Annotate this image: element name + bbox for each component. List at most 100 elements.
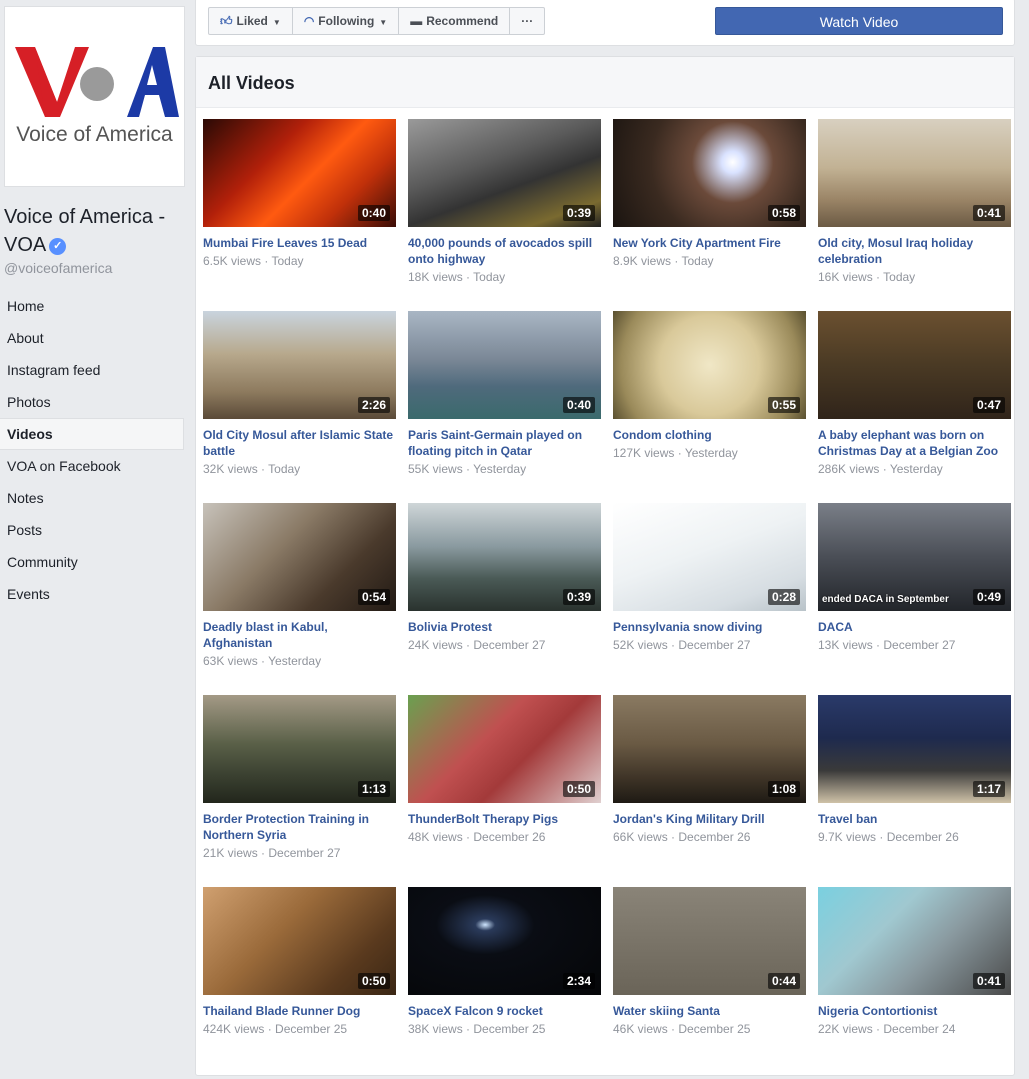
video-title-link[interactable]: 40,000 pounds of avocados spill onto hig…	[408, 235, 601, 267]
video-card: ended DACA in September 0:49 DACA 13K views…	[818, 503, 1011, 695]
meta-separator: ·	[872, 638, 884, 652]
liked-button[interactable]: 👍︎ Liked ▼	[209, 8, 293, 34]
video-thumbnail[interactable]: 1:13	[203, 695, 396, 803]
video-date[interactable]: Today	[681, 254, 713, 268]
video-title-link[interactable]: SpaceX Falcon 9 rocket	[408, 1003, 601, 1019]
video-thumbnail[interactable]: 0:28	[613, 503, 806, 611]
video-date[interactable]: December 27	[268, 846, 340, 860]
sidebar-item-photos[interactable]: Photos	[0, 386, 184, 418]
video-date[interactable]: December 24	[883, 1022, 955, 1036]
video-date[interactable]: Today	[271, 254, 303, 268]
video-title-link[interactable]: New York City Apartment Fire	[613, 235, 806, 251]
video-card: 0:40 Paris Saint-Germain played on floati…	[408, 311, 601, 503]
video-thumbnail[interactable]: 0:44	[613, 887, 806, 995]
video-date[interactable]: December 25	[678, 1022, 750, 1036]
video-date[interactable]: December 27	[473, 638, 545, 652]
video-thumbnail[interactable]: 0:55	[613, 311, 806, 419]
video-date[interactable]: December 26	[678, 830, 750, 844]
video-date[interactable]: Yesterday	[890, 462, 943, 476]
video-thumbnail[interactable]: 0:47	[818, 311, 1011, 419]
chevron-down-icon: ▼	[272, 18, 281, 27]
following-button[interactable]: ◠ Following ▼	[293, 8, 400, 34]
video-date[interactable]: December 27	[883, 638, 955, 652]
video-title-link[interactable]: Old City Mosul after Islamic State battl…	[203, 427, 396, 459]
video-thumbnail[interactable]: 0:41	[818, 887, 1011, 995]
video-date[interactable]: Today	[268, 462, 300, 476]
video-date[interactable]: December 26	[473, 830, 545, 844]
video-date[interactable]: December 26	[887, 830, 959, 844]
video-title-link[interactable]: Thailand Blade Runner Dog	[203, 1003, 396, 1019]
page-logo[interactable]: Voice of America	[4, 6, 185, 187]
video-card: 0:39 Bolivia Protest 24K views · December …	[408, 503, 601, 695]
video-date[interactable]: December 25	[275, 1022, 347, 1036]
video-date[interactable]: December 27	[678, 638, 750, 652]
meta-separator: ·	[257, 654, 269, 668]
sidebar-item-posts[interactable]: Posts	[0, 514, 184, 546]
video-thumbnail[interactable]: 2:34	[408, 887, 601, 995]
video-thumbnail[interactable]: 0:39	[408, 503, 601, 611]
video-title-link[interactable]: Mumbai Fire Leaves 15 Dead	[203, 235, 396, 251]
video-title-link[interactable]: DACA	[818, 619, 1011, 635]
video-duration: 0:40	[562, 397, 595, 413]
video-date[interactable]: December 25	[473, 1022, 545, 1036]
sidebar-item-videos[interactable]: Videos	[0, 418, 184, 450]
video-meta: 46K views · December 25	[613, 1021, 806, 1037]
video-views: 13K views	[818, 638, 873, 652]
video-date[interactable]: Yesterday	[268, 654, 321, 668]
video-thumbnail[interactable]: 1:17	[818, 695, 1011, 803]
video-card: 0:40 Mumbai Fire Leaves 15 Dead 6.5K views…	[203, 119, 396, 311]
action-button-group: 👍︎ Liked ▼ ◠ Following ▼ ▬ Recommend ···	[208, 7, 546, 35]
video-views: 46K views	[613, 1022, 668, 1036]
video-thumbnail[interactable]: 0:54	[203, 503, 396, 611]
meta-separator: ·	[872, 270, 884, 284]
video-thumbnail[interactable]: 2:26	[203, 311, 396, 419]
video-duration: 0:49	[972, 589, 1005, 605]
video-title-link[interactable]: Nigeria Contortionist	[818, 1003, 1011, 1019]
sidebar-item-events[interactable]: Events	[0, 578, 184, 610]
more-button[interactable]: ···	[510, 8, 544, 34]
video-date[interactable]: Today	[473, 270, 505, 284]
video-title-link[interactable]: Jordan's King Military Drill	[613, 811, 806, 827]
video-title-link[interactable]: Old city, Mosul Iraq holiday celebration	[818, 235, 1011, 267]
video-card: 2:26 Old City Mosul after Islamic State b…	[203, 311, 396, 503]
sidebar-item-community[interactable]: Community	[0, 546, 184, 578]
video-meta: 24K views · December 27	[408, 637, 601, 653]
video-thumbnail[interactable]: 0:40	[408, 311, 601, 419]
video-title-link[interactable]: Pennsylvania snow diving	[613, 619, 806, 635]
video-date[interactable]: Yesterday	[685, 446, 738, 460]
video-thumbnail[interactable]: 0:50	[203, 887, 396, 995]
video-thumbnail[interactable]: 0:41	[818, 119, 1011, 227]
meta-separator: ·	[462, 270, 474, 284]
video-date[interactable]: Yesterday	[473, 462, 526, 476]
video-thumbnail[interactable]: 0:58	[613, 119, 806, 227]
all-videos-panel: All Videos 0:40 Mumbai Fire Leaves 15 Dea…	[195, 56, 1015, 1076]
video-thumbnail[interactable]: 1:08	[613, 695, 806, 803]
video-card: 0:39 40,000 pounds of avocados spill onto…	[408, 119, 601, 311]
video-thumbnail[interactable]: 0:39	[408, 119, 601, 227]
video-card: 0:47 A baby elephant was born on Christma…	[818, 311, 1011, 503]
recommend-button[interactable]: ▬ Recommend	[399, 8, 511, 34]
video-thumbnail[interactable]: ended DACA in September 0:49	[818, 503, 1011, 611]
video-thumbnail[interactable]: 0:50	[408, 695, 601, 803]
video-title-link[interactable]: Water skiing Santa	[613, 1003, 806, 1019]
sidebar-item-instagram-feed[interactable]: Instagram feed	[0, 354, 184, 386]
video-title-link[interactable]: Deadly blast in Kabul, Afghanistan	[203, 619, 396, 651]
page-handle[interactable]: @voiceofamerica	[4, 260, 112, 276]
video-title-link[interactable]: Condom clothing	[613, 427, 806, 443]
video-duration: 0:54	[357, 589, 390, 605]
video-title-link[interactable]: Paris Saint-Germain played on floating p…	[408, 427, 601, 459]
sidebar-item-notes[interactable]: Notes	[0, 482, 184, 514]
video-meta: 38K views · December 25	[408, 1021, 601, 1037]
video-title-link[interactable]: Border Protection Training in Northern S…	[203, 811, 396, 843]
video-meta: 424K views · December 25	[203, 1021, 396, 1037]
sidebar-item-about[interactable]: About	[0, 322, 184, 354]
video-thumbnail[interactable]: 0:40	[203, 119, 396, 227]
video-date[interactable]: Today	[883, 270, 915, 284]
sidebar-item-voa-on-facebook[interactable]: VOA on Facebook	[0, 450, 184, 482]
video-title-link[interactable]: Travel ban	[818, 811, 1011, 827]
video-title-link[interactable]: Bolivia Protest	[408, 619, 601, 635]
watch-video-button[interactable]: Watch Video	[715, 7, 1003, 35]
video-title-link[interactable]: ThunderBolt Therapy Pigs	[408, 811, 601, 827]
sidebar-item-home[interactable]: Home	[0, 290, 184, 322]
video-title-link[interactable]: A baby elephant was born on Christmas Da…	[818, 427, 1011, 459]
